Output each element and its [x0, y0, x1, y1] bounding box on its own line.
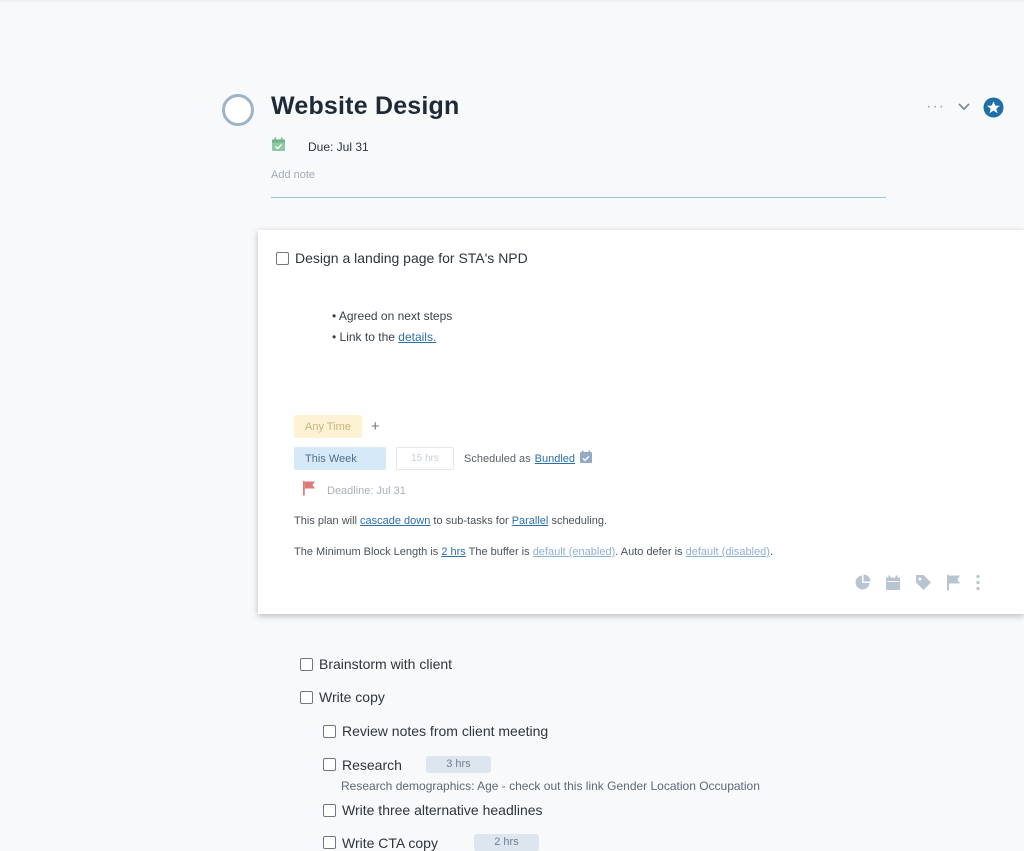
calendar-icon[interactable]	[579, 450, 593, 467]
subtask-checkbox[interactable]	[323, 836, 336, 849]
plan-cascade-text: This plan will cascade down to sub-tasks…	[294, 515, 608, 527]
add-time-window-button[interactable]: +	[371, 418, 380, 435]
deadline-label: Deadline: Jul 31	[327, 484, 406, 497]
bundled-link[interactable]: Bundled	[535, 453, 575, 465]
tag-icon[interactable]	[915, 574, 932, 591]
subtask-row[interactable]: Write copy	[300, 689, 385, 705]
subtask-label[interactable]: Research	[342, 757, 402, 773]
header-actions: ···	[926, 96, 1004, 118]
deadline-row[interactable]: Deadline: Jul 31	[302, 480, 406, 501]
star-icon[interactable]	[983, 97, 1004, 118]
subtask-checkbox[interactable]	[323, 803, 336, 817]
min-block-text: The Minimum Block Length is 2 hrs The bu…	[294, 546, 774, 558]
subtask-note: Research demographics: Age - check out t…	[341, 779, 760, 793]
complete-task-circle[interactable]	[222, 94, 254, 126]
details-link[interactable]: details.	[398, 330, 436, 344]
task-title[interactable]: Design a landing page for STA's NPD	[295, 250, 528, 266]
note-bullet: • Agreed on next steps	[332, 309, 453, 323]
scheduled-as: Scheduled as Bundled	[464, 450, 593, 467]
subtask-row[interactable]: Brainstorm with client	[300, 656, 452, 672]
add-note-input[interactable]: Add note	[271, 169, 315, 181]
subtask-checkbox[interactable]	[300, 657, 313, 671]
hours-input[interactable]: 15 hrs	[396, 447, 454, 470]
min-block-link[interactable]: 2 hrs	[441, 546, 465, 558]
calendar-icon	[271, 137, 286, 157]
schedule-row: This Week 15 hrs Scheduled as Bundled	[294, 447, 593, 470]
subtask-row[interactable]: Write three alternative headlines	[323, 802, 543, 818]
flag-icon	[302, 480, 316, 501]
ellipsis-icon[interactable]: ···	[926, 99, 945, 115]
due-date-label: Due: Jul 31	[308, 140, 369, 154]
note-underline	[271, 197, 886, 198]
task-checkbox[interactable]	[276, 251, 289, 265]
vertical-ellipsis-icon[interactable]	[975, 574, 981, 591]
due-date-row[interactable]: Due: Jul 31	[271, 137, 369, 157]
task-notes: • Agreed on next steps • Link to the det…	[332, 306, 452, 348]
project-title[interactable]: Website Design	[271, 92, 460, 121]
subtask-label[interactable]: Brainstorm with client	[319, 656, 452, 672]
subtask-label[interactable]: Write three alternative headlines	[342, 802, 543, 818]
this-week-pill[interactable]: This Week	[294, 447, 386, 470]
time-window-row: Any Time +	[294, 415, 380, 438]
card-toolbar	[854, 574, 981, 591]
subtask-row[interactable]: Write CTA copy 2 hrs	[323, 834, 539, 851]
subtask-row[interactable]: Review notes from client meeting	[323, 723, 548, 739]
cascade-down-link[interactable]: cascade down	[360, 515, 430, 527]
subtask-row[interactable]: Research 3 hrs	[323, 756, 491, 773]
subtask-label[interactable]: Review notes from client meeting	[342, 723, 548, 739]
subtask-checkbox[interactable]	[323, 724, 336, 738]
hours-badge[interactable]: 2 hrs	[473, 834, 539, 851]
parallel-link[interactable]: Parallel	[512, 515, 549, 527]
calendar-icon[interactable]	[885, 575, 901, 591]
subtask-checkbox[interactable]	[300, 690, 313, 704]
note-bullet: • Link to the details.	[332, 330, 437, 344]
hours-badge[interactable]: 3 hrs	[425, 756, 491, 773]
buffer-link[interactable]: default (enabled)	[533, 546, 616, 558]
auto-defer-link[interactable]: default (disabled)	[686, 546, 770, 558]
top-border	[0, 0, 1024, 2]
pie-chart-icon[interactable]	[854, 574, 871, 591]
task-detail-card: Design a landing page for STA's NPD • Ag…	[258, 230, 1024, 614]
subtask-label[interactable]: Write CTA copy	[342, 835, 438, 851]
card-task-row[interactable]: Design a landing page for STA's NPD	[276, 250, 528, 266]
chevron-down-icon[interactable]	[957, 102, 971, 112]
subtask-checkbox[interactable]	[323, 758, 336, 771]
subtask-label[interactable]: Write copy	[319, 689, 385, 705]
any-time-pill[interactable]: Any Time	[294, 415, 362, 438]
flag-icon[interactable]	[946, 574, 961, 591]
